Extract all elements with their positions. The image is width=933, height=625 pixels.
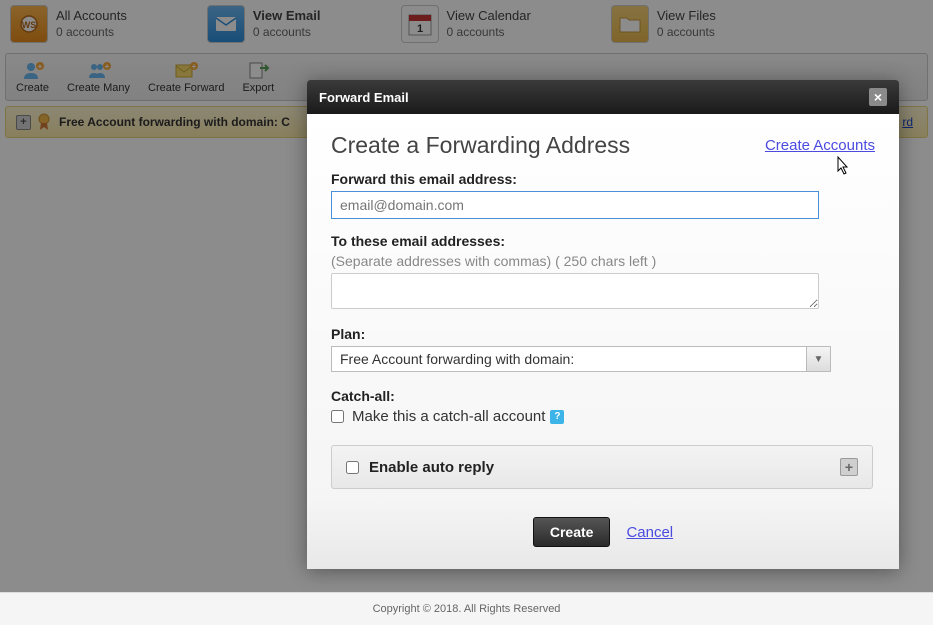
auto-reply-section: Enable auto reply + — [331, 445, 873, 489]
cancel-button[interactable]: Cancel — [626, 524, 673, 541]
footer-text: Copyright © 2018. All Rights Reserved — [0, 592, 933, 625]
to-addresses-textarea[interactable] — [331, 273, 819, 309]
catchall-text: Make this a catch-all account — [352, 408, 545, 425]
plan-selected-value: Free Account forwarding with domain: — [331, 346, 807, 372]
close-icon[interactable]: × — [869, 88, 887, 106]
forward-email-modal: Forward Email × Create a Forwarding Addr… — [307, 80, 899, 569]
catchall-checkbox[interactable] — [331, 410, 344, 423]
to-addresses-label: To these email addresses: — [331, 233, 875, 249]
plan-label: Plan: — [331, 326, 875, 342]
modal-title: Forward Email — [319, 90, 409, 105]
create-accounts-link[interactable]: Create Accounts — [765, 137, 875, 154]
chevron-down-icon: ▼ — [807, 346, 831, 372]
to-addresses-hint: (Separate addresses with commas) ( 250 c… — [331, 253, 875, 269]
create-button[interactable]: Create — [533, 517, 611, 547]
plan-select[interactable]: Free Account forwarding with domain: ▼ — [331, 346, 831, 372]
catchall-label: Catch-all: — [331, 388, 875, 404]
auto-reply-checkbox[interactable] — [346, 461, 359, 474]
forward-email-input[interactable] — [331, 191, 819, 219]
forward-address-label: Forward this email address: — [331, 171, 875, 187]
auto-reply-label: Enable auto reply — [369, 459, 494, 476]
help-icon[interactable]: ? — [550, 410, 564, 424]
modal-heading: Create a Forwarding Address — [331, 132, 630, 159]
modal-header: Forward Email × — [307, 80, 899, 114]
expand-plus-icon[interactable]: + — [840, 458, 858, 476]
